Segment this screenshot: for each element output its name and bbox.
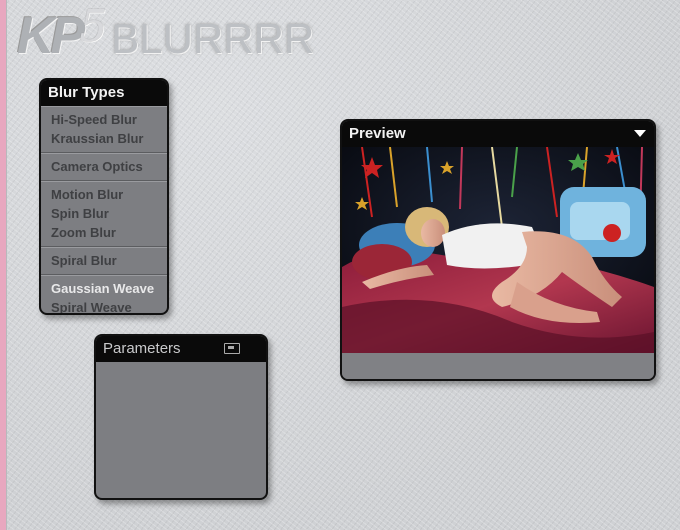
blur-type-spin[interactable]: Spin Blur <box>41 204 167 223</box>
panel-icon[interactable] <box>224 343 240 354</box>
blur-type-gaussian-weave[interactable]: Gaussian Weave <box>41 279 167 298</box>
triangle-down-icon[interactable] <box>634 130 646 137</box>
kpt5-blurrrr-window: KP5BLURRRR Blur Types Hi-Speed Blur Krau… <box>6 0 680 530</box>
preview-footer <box>342 353 654 379</box>
blur-type-camera-optics[interactable]: Camera Optics <box>41 157 167 176</box>
blur-group-weave: Gaussian Weave Spiral Weave <box>41 275 167 313</box>
blur-group-spiral: Spiral Blur <box>41 247 167 275</box>
blur-group-camera: Camera Optics <box>41 153 167 181</box>
blur-group-motion: Motion Blur Spin Blur Zoom Blur <box>41 181 167 247</box>
preview-panel: Preview <box>340 119 656 381</box>
blur-type-hi-speed[interactable]: Hi-Speed Blur <box>41 110 167 129</box>
blur-types-panel: Blur Types Hi-Speed Blur Kraussian Blur … <box>39 78 169 315</box>
app-logo: KP5BLURRRR <box>17 1 315 66</box>
blur-types-title: Blur Types <box>41 80 167 106</box>
preview-title-label: Preview <box>349 125 406 142</box>
logo-kp: KP <box>17 7 85 65</box>
parameters-title: Parameters <box>96 336 266 362</box>
logo-version: 5 <box>79 1 108 52</box>
blur-type-zoom[interactable]: Zoom Blur <box>41 223 167 242</box>
blur-type-spiral[interactable]: Spiral Blur <box>41 251 167 270</box>
parameters-panel: Parameters <box>94 334 268 500</box>
blur-group-hi-speed: Hi-Speed Blur Kraussian Blur <box>41 106 167 153</box>
preview-title: Preview <box>342 121 654 147</box>
logo-product-name: BLURRRR <box>111 15 315 62</box>
blur-type-kraussian[interactable]: Kraussian Blur <box>41 129 167 148</box>
blur-type-spiral-weave[interactable]: Spiral Weave <box>41 298 167 313</box>
preview-photo[interactable] <box>342 147 654 353</box>
parameters-title-label: Parameters <box>103 340 181 357</box>
blur-types-list: Hi-Speed Blur Kraussian Blur Camera Opti… <box>41 106 167 313</box>
blur-type-motion[interactable]: Motion Blur <box>41 185 167 204</box>
